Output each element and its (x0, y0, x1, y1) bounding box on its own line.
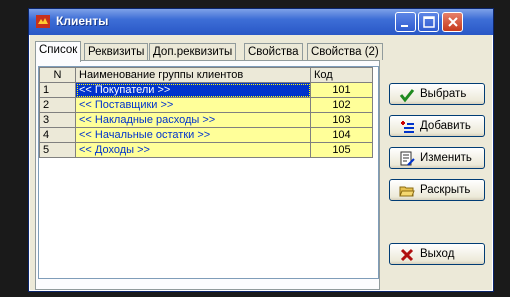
exit-button[interactable]: Выход (389, 243, 485, 265)
select-button-label: Выбрать (420, 88, 467, 100)
row-code[interactable]: 104 (310, 127, 373, 143)
open-folder-icon (399, 186, 415, 197)
checkmark-icon (399, 89, 415, 103)
tab-properties-2[interactable]: Свойства (2) (307, 43, 383, 60)
table-row[interactable]: 5 << Доходы >> 105 (39, 142, 373, 158)
row-name[interactable]: << Начальные остатки >> (75, 127, 311, 143)
clients-window: Клиенты Список Реквизиты Доп.реквизиты С… (28, 8, 494, 292)
tab-extra-requisites[interactable]: Доп.реквизиты (149, 43, 237, 60)
app-icon (36, 15, 50, 28)
row-code[interactable]: 102 (310, 97, 373, 113)
expand-button[interactable]: Раскрыть (389, 179, 485, 201)
maximize-button[interactable] (418, 12, 439, 32)
edit-button-label: Изменить (420, 152, 472, 164)
close-button[interactable] (442, 12, 463, 32)
row-number: 1 (39, 82, 76, 98)
row-name[interactable]: << Накладные расходы >> (75, 112, 311, 128)
row-number: 5 (39, 142, 76, 158)
groups-table[interactable]: N Наименование группы клиентов Код 1 << … (38, 66, 379, 279)
table-header: N Наименование группы клиентов Код (39, 67, 373, 83)
row-name[interactable]: << Доходы >> (75, 142, 311, 158)
close-x-icon (400, 248, 414, 262)
expand-button-label: Раскрыть (420, 184, 471, 196)
row-number: 3 (39, 112, 76, 128)
minimize-button[interactable] (395, 12, 416, 32)
tab-requisites[interactable]: Реквизиты (84, 43, 149, 60)
row-name[interactable]: << Поставщики >> (75, 97, 311, 113)
column-header-name[interactable]: Наименование группы клиентов (75, 67, 311, 83)
row-code[interactable]: 101 (310, 82, 373, 98)
table-row[interactable]: 1 << Покупатели >> 101 (39, 82, 373, 98)
row-code[interactable]: 105 (310, 142, 373, 158)
column-header-n[interactable]: N (39, 67, 76, 83)
add-row-icon (401, 121, 414, 133)
column-header-code[interactable]: Код (310, 67, 373, 83)
select-button[interactable]: Выбрать (389, 83, 485, 105)
edit-document-icon (400, 151, 415, 166)
tab-list[interactable]: Список (35, 41, 82, 62)
table-row[interactable]: 3 << Накладные расходы >> 103 (39, 112, 373, 128)
row-code[interactable]: 103 (310, 112, 373, 128)
add-button-label: Добавить (420, 120, 471, 132)
add-button[interactable]: Добавить (389, 115, 485, 137)
edit-button[interactable]: Изменить (389, 147, 485, 169)
exit-button-label: Выход (420, 248, 455, 260)
row-number: 2 (39, 97, 76, 113)
table-row[interactable]: 2 << Поставщики >> 102 (39, 97, 373, 113)
row-name[interactable]: << Покупатели >> (75, 82, 311, 98)
tab-properties[interactable]: Свойства (244, 43, 303, 60)
row-number: 4 (39, 127, 76, 143)
table-row[interactable]: 4 << Начальные остатки >> 104 (39, 127, 373, 143)
window-title: Клиенты (56, 14, 109, 28)
title-bar[interactable]: Клиенты (29, 9, 493, 35)
